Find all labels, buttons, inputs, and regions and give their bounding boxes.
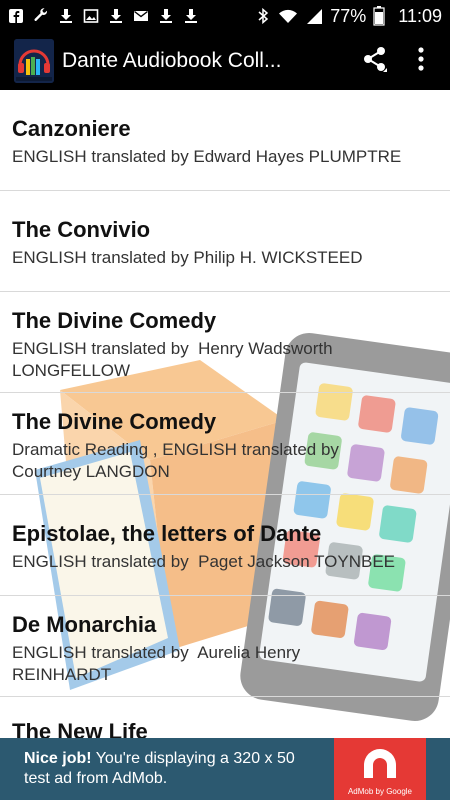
item-subtitle: ENGLISH translated by Paget Jackson TOYN… bbox=[12, 552, 395, 571]
bluetooth-icon bbox=[255, 7, 271, 25]
battery-icon bbox=[373, 6, 385, 26]
battery-percent: 77% bbox=[330, 5, 367, 26]
list-item[interactable]: The Divine Comedy Dramatic Reading , ENG… bbox=[0, 393, 450, 495]
download-icon bbox=[158, 7, 174, 25]
wifi-icon bbox=[278, 7, 298, 25]
image-icon bbox=[83, 7, 99, 25]
item-subtitle: ENGLISH translated by Aurelia Henry REIN… bbox=[12, 643, 305, 684]
admob-logo[interactable]: AdMob by Google bbox=[334, 738, 426, 800]
clock: 11:09 bbox=[398, 5, 442, 26]
overflow-menu-button[interactable] bbox=[398, 32, 444, 90]
item-title: The New Life bbox=[12, 719, 148, 738]
status-bar: 77% 11:09 bbox=[0, 0, 450, 32]
app-title: Dante Audiobook Coll... bbox=[62, 49, 282, 72]
list-item[interactable]: The Convivio ENGLISH translated by Phili… bbox=[0, 191, 450, 292]
ad-text: Nice job! You're displaying a 320 x 50 t… bbox=[0, 749, 310, 789]
notification-icons bbox=[8, 7, 199, 25]
mail-icon bbox=[133, 7, 149, 25]
list-item[interactable]: Epistolae, the letters of Dante ENGLISH … bbox=[0, 495, 450, 596]
item-subtitle: ENGLISH translated by Henry Wadsworth LO… bbox=[12, 339, 338, 380]
item-subtitle: Dramatic Reading , ENGLISH translated by… bbox=[12, 440, 344, 481]
ad-banner[interactable]: Nice job! You're displaying a 320 x 50 t… bbox=[0, 738, 450, 800]
share-icon bbox=[360, 44, 390, 79]
list-item[interactable]: De Monarchia ENGLISH translated by Aurel… bbox=[0, 596, 450, 697]
app-logo-icon[interactable] bbox=[14, 39, 54, 83]
item-title: Epistolae, the letters of Dante bbox=[12, 521, 322, 546]
item-subtitle: ENGLISH translated by Philip H. WICKSTEE… bbox=[12, 248, 363, 267]
audiobook-list[interactable]: Canzoniere ENGLISH translated by Edward … bbox=[0, 90, 450, 738]
item-subtitle: ENGLISH translated by Edward Hayes PLUMP… bbox=[12, 147, 402, 166]
item-title: De Monarchia bbox=[12, 612, 157, 637]
wrench-icon bbox=[33, 7, 49, 25]
action-bar: Dante Audiobook Coll... bbox=[0, 32, 450, 90]
list-item[interactable]: The New Life bbox=[0, 697, 450, 738]
system-icons: 77% 11:09 bbox=[255, 6, 442, 27]
item-title: The Convivio bbox=[12, 217, 151, 242]
share-button[interactable] bbox=[352, 32, 398, 90]
list-item[interactable]: Canzoniere ENGLISH translated by Edward … bbox=[0, 90, 450, 191]
item-title: The Divine Comedy bbox=[12, 409, 217, 434]
ad-headline: Nice job! bbox=[24, 750, 92, 767]
list-item[interactable]: The Divine Comedy ENGLISH translated by … bbox=[0, 292, 450, 393]
item-title: Canzoniere bbox=[12, 116, 131, 141]
admob-caption: AdMob by Google bbox=[347, 787, 413, 796]
download-icon bbox=[108, 7, 124, 25]
more-vert-icon bbox=[416, 44, 426, 79]
facebook-icon bbox=[8, 7, 24, 25]
item-title: The Divine Comedy bbox=[12, 308, 217, 333]
signal-icon bbox=[305, 7, 323, 25]
download-icon bbox=[58, 7, 74, 25]
download-icon bbox=[183, 7, 199, 25]
